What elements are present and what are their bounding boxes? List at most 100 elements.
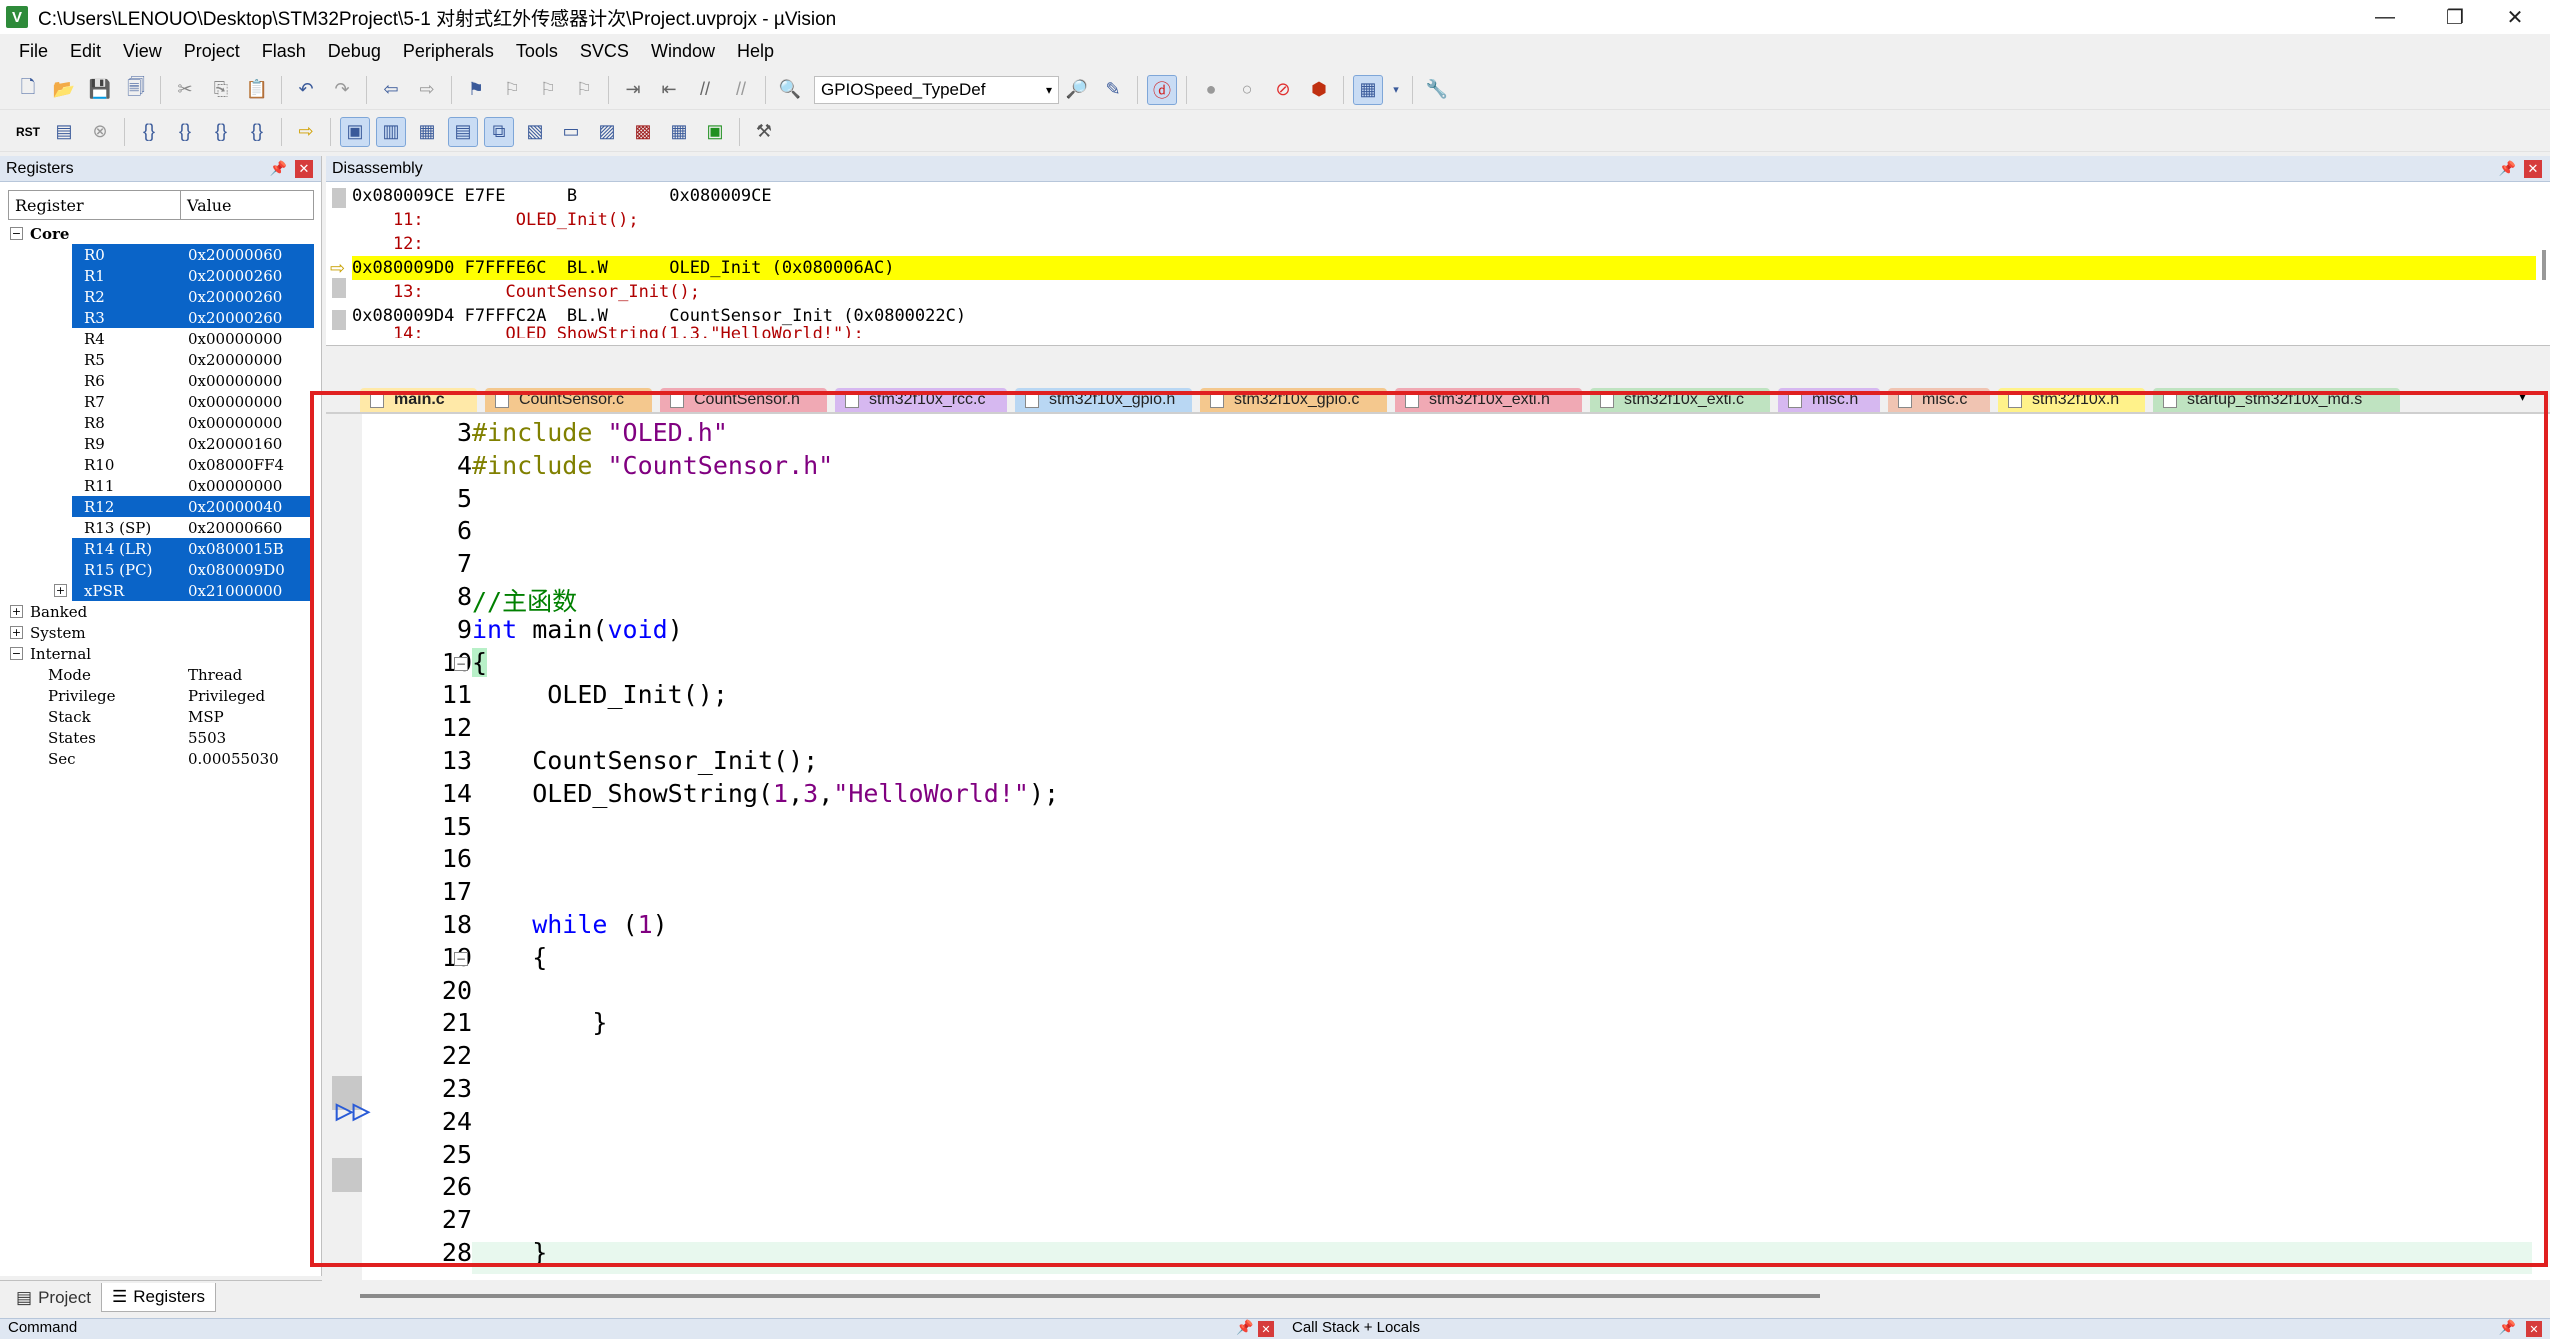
register-row[interactable]: R0 0x20000060 xyxy=(8,244,314,265)
tab-file-countsensor-h[interactable]: CountSensor.h xyxy=(660,388,827,412)
tab-file-startup-stm32f10x-md-s[interactable]: startup_stm32f10x_md.s xyxy=(2153,388,2400,412)
tab-file-main-c[interactable]: main.c xyxy=(360,388,477,412)
tree-group[interactable]: − Internal xyxy=(8,643,314,664)
symbols-window-icon[interactable]: ▦ xyxy=(412,117,442,147)
tab-file-stm32f10x-exti-c[interactable]: stm32f10x_exti.c xyxy=(1590,388,1770,412)
tab-file-stm32f10x-exti-h[interactable]: stm32f10x_exti.h xyxy=(1395,388,1582,412)
menu-svcs[interactable]: SVCS xyxy=(569,41,640,62)
menu-tools[interactable]: Tools xyxy=(505,41,569,62)
run-to-cursor-icon[interactable]: {} xyxy=(242,117,272,147)
indent-icon[interactable]: ⇥ xyxy=(618,75,648,105)
analysis-window-icon[interactable]: ▩ xyxy=(628,117,658,147)
watch-window-icon[interactable]: ▧ xyxy=(520,117,550,147)
register-value[interactable]: 0x00000000 xyxy=(188,330,282,348)
register-row[interactable]: R1 0x20000260 xyxy=(8,265,314,286)
code-line[interactable]: OLED_Init(); xyxy=(472,680,728,709)
horizontal-scrollbar-thumb[interactable] xyxy=(360,1294,1820,1298)
register-row[interactable]: R5 0x20000000 xyxy=(8,349,314,370)
code-line[interactable]: #include "CountSensor.h" xyxy=(472,451,833,480)
tree-group[interactable]: + Banked xyxy=(8,601,314,622)
horizontal-scrollbar[interactable] xyxy=(330,1286,2550,1306)
menu-window[interactable]: Window xyxy=(640,41,726,62)
close-panel-icon[interactable]: ✕ xyxy=(2526,1321,2542,1337)
comment-icon[interactable]: // xyxy=(690,75,720,105)
internal-row[interactable]: Privilege Privileged xyxy=(8,685,314,706)
code-line[interactable]: { xyxy=(472,647,488,677)
open-folder-icon[interactable]: 📂 xyxy=(49,75,79,105)
register-value[interactable]: 0x00000000 xyxy=(188,372,282,390)
debug-session-icon[interactable]: ⓓ xyxy=(1147,74,1177,105)
menu-help[interactable]: Help xyxy=(726,41,785,62)
register-row[interactable]: R4 0x00000000 xyxy=(8,328,314,349)
register-row[interactable]: + xPSR 0x21000000 xyxy=(8,580,314,601)
menu-edit[interactable]: Edit xyxy=(59,41,112,62)
tree-core[interactable]: − Core xyxy=(8,223,314,244)
register-value[interactable]: 0x20000060 xyxy=(188,246,282,264)
register-value[interactable]: 0x00000000 xyxy=(188,414,282,432)
paste-icon[interactable]: 📋 xyxy=(242,75,272,105)
uncomment-icon[interactable]: // xyxy=(726,75,756,105)
register-value[interactable]: 0x20000000 xyxy=(188,351,282,369)
pin-icon[interactable]: 📌 xyxy=(270,160,287,177)
serial-window-icon[interactable]: ▨ xyxy=(592,117,622,147)
value-column-header[interactable]: Value xyxy=(181,191,313,219)
register-value[interactable]: 0x20000160 xyxy=(188,435,282,453)
pin-icon[interactable]: 📌 xyxy=(1236,1319,1253,1336)
register-value[interactable]: 0x08000FF4 xyxy=(188,456,284,474)
tab-file-countsensor-c[interactable]: CountSensor.c xyxy=(485,388,652,412)
register-row[interactable]: R15 (PC) 0x080009D0 xyxy=(8,559,314,580)
tab-file-stm32f10x-rcc-c[interactable]: stm32f10x_rcc.c xyxy=(835,388,1007,412)
register-value[interactable]: 0x080009D0 xyxy=(188,561,285,579)
register-value[interactable]: 0x00000000 xyxy=(188,477,282,495)
close-button[interactable]: ✕ xyxy=(2480,0,2550,34)
configure-tools-icon[interactable]: 🔧 xyxy=(1422,75,1452,105)
disassembly-source-line[interactable]: 11: OLED_Init(); xyxy=(352,208,639,232)
step-icon[interactable]: {} xyxy=(134,117,164,147)
registers-window-icon[interactable]: ▤ xyxy=(448,116,478,147)
register-row[interactable]: R8 0x00000000 xyxy=(8,412,314,433)
register-column-header[interactable]: Register xyxy=(9,191,181,219)
tree-group[interactable]: + System xyxy=(8,622,314,643)
tab-file-misc-c[interactable]: misc.c xyxy=(1888,388,1990,412)
prev-bookmark-icon[interactable]: ⚐ xyxy=(497,75,527,105)
vertical-scrollbar-thumb[interactable] xyxy=(2542,250,2546,280)
insert-breakpoint-icon[interactable]: ● xyxy=(1196,75,1226,105)
register-row[interactable]: R11 0x00000000 xyxy=(8,475,314,496)
save-all-icon[interactable]: 🗐 xyxy=(121,75,151,105)
forward-icon[interactable]: ⇨ xyxy=(412,75,442,105)
disassembly-source-line[interactable]: 13: CountSensor_Init(); xyxy=(352,280,700,304)
tab-file-stm32f10x-h[interactable]: stm32f10x.h xyxy=(1998,388,2145,412)
chevron-down-icon[interactable]: ▾ xyxy=(1389,75,1403,105)
tab-file-stm32f10x-gpio-c[interactable]: stm32f10x_gpio.c xyxy=(1200,388,1387,412)
expand-icon[interactable]: + xyxy=(10,605,23,618)
register-value[interactable]: 0x0800015B xyxy=(188,540,284,558)
show-next-statement-icon[interactable]: ⇨ xyxy=(291,117,321,147)
find-in-files-icon[interactable]: 🔍 xyxy=(775,75,805,105)
disassembly-line[interactable]: 0x080009CE E7FE B 0x080009CE xyxy=(352,184,772,208)
close-panel-icon[interactable]: ✕ xyxy=(1258,1321,1274,1337)
menu-debug[interactable]: Debug xyxy=(317,41,392,62)
internal-row[interactable]: Mode Thread xyxy=(8,664,314,685)
register-value[interactable]: 0x21000000 xyxy=(188,582,282,600)
pin-icon[interactable]: 📌 xyxy=(2499,160,2516,177)
register-value[interactable]: 0x20000260 xyxy=(188,309,282,327)
internal-row[interactable]: States 5503 xyxy=(8,727,314,748)
menu-peripherals[interactable]: Peripherals xyxy=(392,41,505,62)
disassembly-source-line[interactable]: 14: OLED_ShowString(1,3,"HelloWorld!"); xyxy=(352,324,864,338)
menu-file[interactable]: File xyxy=(8,41,59,62)
callstack-panel-title[interactable]: Call Stack + Locals xyxy=(1292,1319,1420,1336)
register-row[interactable]: R13 (SP) 0x20000660 xyxy=(8,517,314,538)
register-value[interactable]: 0x20000660 xyxy=(188,519,282,537)
code-editor[interactable]: ▷▷ 3 #include "OLED.h" 4 #include "CountSen… xyxy=(330,414,2550,1280)
system-viewer-icon[interactable]: ▣ xyxy=(700,117,730,147)
code-line[interactable]: OLED_ShowString(1,3,"HelloWorld!"); xyxy=(472,779,1059,808)
kill-breakpoints-icon[interactable]: ⬢ xyxy=(1304,75,1334,105)
register-row[interactable]: R2 0x20000260 xyxy=(8,286,314,307)
expand-icon[interactable]: + xyxy=(54,584,67,597)
expand-icon[interactable]: + xyxy=(10,626,23,639)
undo-icon[interactable]: ↶ xyxy=(291,75,321,105)
code-line[interactable]: while (1) xyxy=(472,910,668,939)
internal-row[interactable]: Stack MSP xyxy=(8,706,314,727)
disassembly-source-line[interactable]: 12: xyxy=(352,232,424,256)
reset-icon[interactable]: RST xyxy=(13,117,43,147)
